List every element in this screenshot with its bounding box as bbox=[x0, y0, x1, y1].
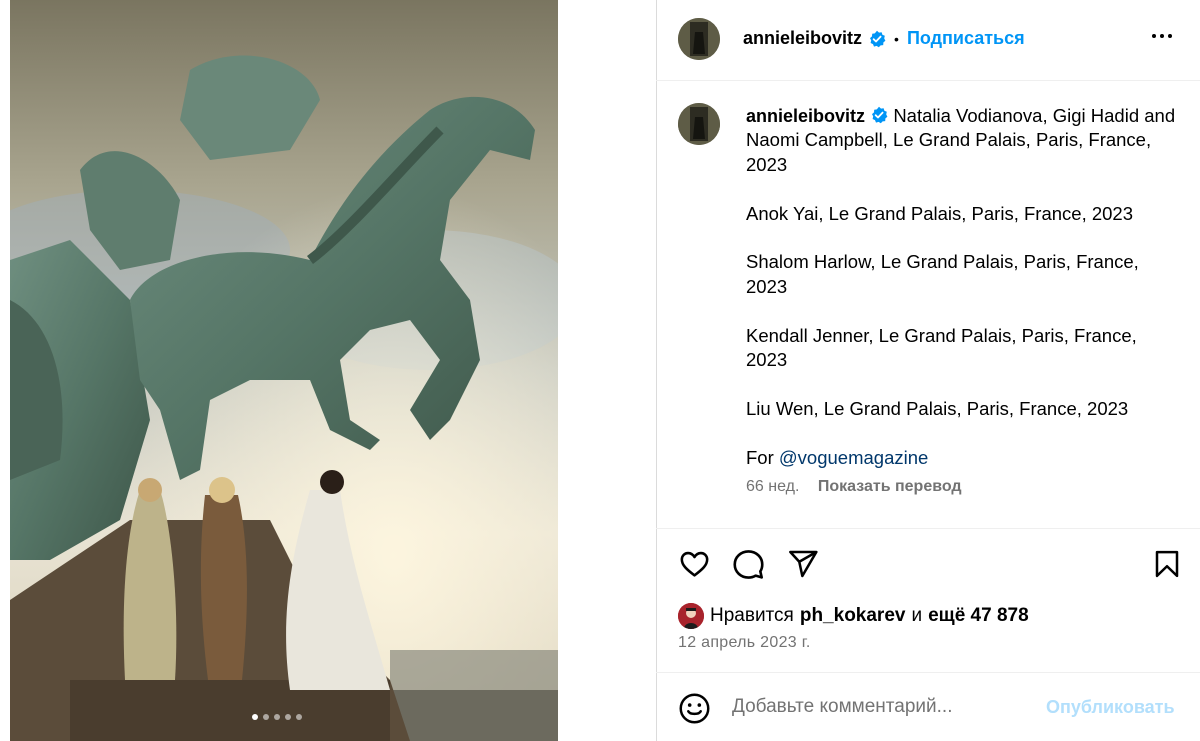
publish-button[interactable]: Опубликовать bbox=[1046, 697, 1175, 718]
likes-conj: и bbox=[911, 605, 923, 626]
post-caption: annieleibovitz Natalia Vodianova, Gigi H… bbox=[746, 104, 1176, 494]
carousel-dot[interactable] bbox=[274, 714, 280, 720]
caption-first-paragraph: annieleibovitz Natalia Vodianova, Gigi H… bbox=[746, 104, 1176, 177]
actions-divider bbox=[656, 528, 1200, 529]
post-date[interactable]: 12 апрель 2023 г. bbox=[678, 634, 811, 652]
caption-paragraph: Kendall Jenner, Le Grand Palais, Paris, … bbox=[746, 324, 1137, 371]
more-horizontal-icon[interactable] bbox=[1152, 34, 1172, 38]
mention-link[interactable]: @voguemagazine bbox=[779, 447, 928, 468]
panel-divider bbox=[656, 0, 657, 741]
likes-summary: Нравится ph_kokarev и ещё 47 878 bbox=[678, 603, 1029, 629]
header-avatar[interactable] bbox=[678, 18, 720, 60]
comment-divider bbox=[656, 672, 1200, 673]
caption-paragraph: Shalom Harlow, Le Grand Palais, Paris, F… bbox=[746, 251, 1139, 297]
comment-input[interactable]: Добавьте комментарий... bbox=[732, 696, 952, 718]
caption-paragraph: Anok Yai, Le Grand Palais, Paris, France… bbox=[746, 202, 1134, 224]
post-age: 66 нед. bbox=[746, 478, 800, 495]
likes-count[interactable]: ещё 47 878 bbox=[928, 605, 1029, 627]
follow-button[interactable]: Подписаться bbox=[907, 28, 1025, 49]
send-icon[interactable] bbox=[787, 548, 819, 580]
heart-icon[interactable] bbox=[678, 548, 711, 580]
translate-button[interactable]: Показать перевод bbox=[818, 478, 962, 495]
carousel-dot[interactable] bbox=[263, 714, 269, 720]
emoji-icon[interactable] bbox=[678, 692, 711, 725]
header-username[interactable]: annieleibovitz bbox=[743, 28, 862, 49]
post-photo[interactable] bbox=[0, 0, 558, 741]
liker-username[interactable]: ph_kokarev bbox=[800, 605, 906, 627]
caption-meta: 66 нед. Показать перевод bbox=[746, 478, 962, 496]
comment-icon[interactable] bbox=[732, 548, 765, 581]
carousel-dot[interactable] bbox=[252, 714, 258, 720]
caption-avatar[interactable] bbox=[678, 103, 720, 145]
carousel-dot[interactable] bbox=[285, 714, 291, 720]
avatar-image bbox=[678, 103, 720, 145]
caption-paragraph: Liu Wen, Le Grand Palais, Paris, France,… bbox=[746, 397, 1129, 419]
carousel-dots[interactable] bbox=[252, 714, 302, 720]
liker-avatar[interactable] bbox=[678, 603, 704, 629]
avatar-image bbox=[678, 603, 704, 629]
post-header: annieleibovitz • Подписаться bbox=[743, 28, 1025, 49]
bookmark-icon[interactable] bbox=[1152, 548, 1182, 580]
for-prefix: For bbox=[746, 446, 774, 468]
verified-badge-icon bbox=[870, 30, 886, 47]
carousel-dot[interactable] bbox=[296, 714, 302, 720]
caption-for-line: For @voguemagazine bbox=[746, 446, 1176, 470]
separator-dot: • bbox=[894, 30, 899, 47]
likes-prefix: Нравится bbox=[710, 605, 794, 626]
avatar-image bbox=[678, 18, 720, 60]
header-divider bbox=[656, 80, 1200, 81]
verified-badge-icon bbox=[872, 106, 888, 124]
caption-username[interactable]: annieleibovitz bbox=[746, 106, 865, 126]
photo-image bbox=[10, 0, 558, 741]
